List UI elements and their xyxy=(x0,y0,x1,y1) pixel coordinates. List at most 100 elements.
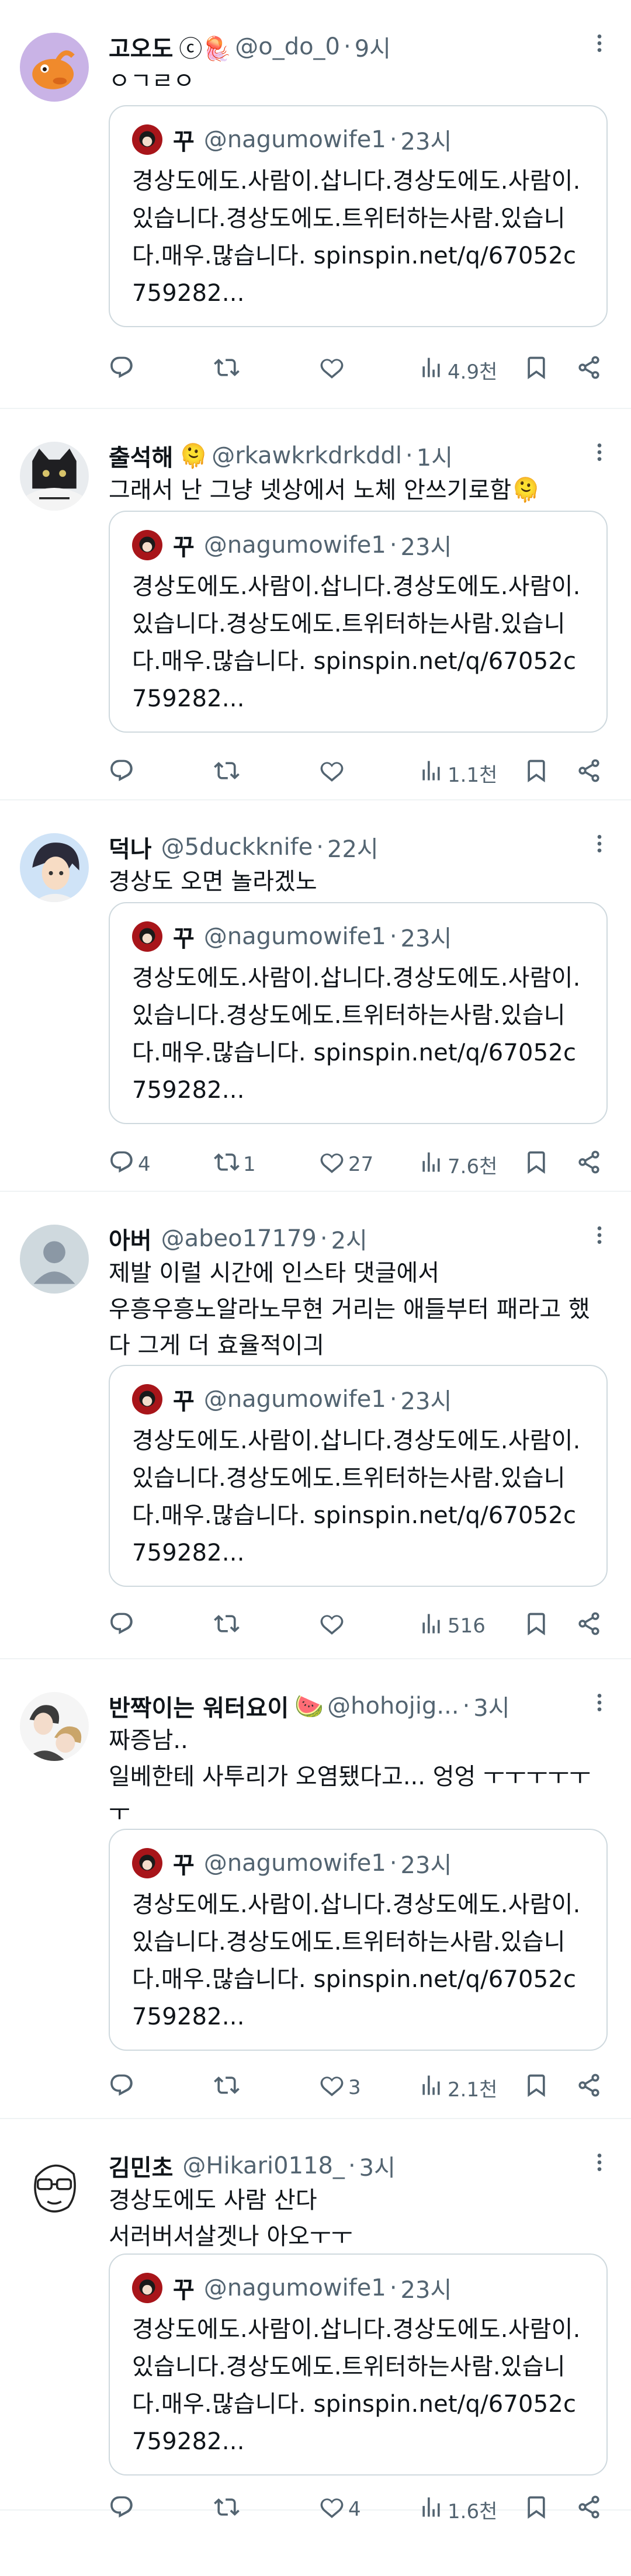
tweet[interactable]: 아버 @abeo17179 · 2시 제발 이럴 시간에 인스타 댓글에서 우흥… xyxy=(0,1192,631,1659)
display-name[interactable]: 출석해 xyxy=(109,439,173,473)
retweet-button[interactable] xyxy=(214,757,243,789)
reply-button[interactable] xyxy=(109,2493,138,2526)
bookmark-button[interactable] xyxy=(523,2493,553,2526)
reply-button[interactable] xyxy=(109,757,138,789)
more-icon[interactable] xyxy=(588,32,611,55)
quoted-timestamp: 23시 xyxy=(400,534,452,561)
like-button[interactable]: 4 xyxy=(319,2493,361,2526)
bookmark-button[interactable] xyxy=(523,353,553,386)
reply-button[interactable] xyxy=(109,353,138,386)
user-handle[interactable]: @rkawkrkdrkddl xyxy=(212,442,402,469)
views-button[interactable]: 516 xyxy=(418,1610,486,1642)
retweet-button[interactable] xyxy=(214,1610,243,1642)
like-button[interactable] xyxy=(319,757,348,789)
action-bar: 4 1 27 7.6천 xyxy=(109,1148,613,1181)
reply-button[interactable] xyxy=(109,2071,138,2104)
share-button[interactable] xyxy=(576,1610,605,1642)
tweet-header: 아버 @abeo17179 · 2시 xyxy=(109,1221,608,1256)
timestamp[interactable]: 9시 xyxy=(355,30,391,64)
timestamp[interactable]: 1시 xyxy=(417,439,453,473)
more-icon[interactable] xyxy=(588,441,611,464)
retweet-button[interactable] xyxy=(214,353,243,386)
reply-button[interactable] xyxy=(109,1610,138,1642)
display-name[interactable]: 반짝이는 워터요이 xyxy=(109,1689,289,1723)
avatar[interactable] xyxy=(20,833,89,902)
tweet[interactable]: 고오도 ⓒ🪼 @o_do_0 · 9시 ㅇㄱㄹㅇ 꾸 @nagumowife1 … xyxy=(0,0,631,409)
views-icon xyxy=(418,758,448,789)
avatar[interactable] xyxy=(20,2152,89,2221)
quoted-tweet-header: 꾸 @nagumowife1 · 23시 xyxy=(132,123,452,157)
share-button[interactable] xyxy=(576,353,605,386)
more-icon[interactable] xyxy=(588,2151,611,2174)
display-name[interactable]: 김민초 xyxy=(109,2149,173,2183)
bookmark-button[interactable] xyxy=(523,2071,553,2104)
quoted-handle: @nagumowife1 xyxy=(203,1386,386,1413)
bookmark-button[interactable] xyxy=(523,1610,553,1642)
more-icon[interactable] xyxy=(588,1691,611,1714)
retweet-button[interactable] xyxy=(214,2071,243,2104)
quoted-tweet[interactable]: 꾸 @nagumowife1 · 23시 경상도에도.사람이.삽니다.경상도에도… xyxy=(109,1365,608,1587)
quoted-timestamp: 23시 xyxy=(400,129,452,155)
quoted-tweet-header: 꾸 @nagumowife1 · 23시 xyxy=(132,528,452,562)
more-icon[interactable] xyxy=(588,1223,611,1247)
user-handle[interactable]: @o_do_0 xyxy=(235,33,340,60)
share-button[interactable] xyxy=(576,2493,605,2526)
tweet[interactable]: 덕나 @5duckknife · 22시 경상도 오면 놀라겠노 꾸 @nagu… xyxy=(0,800,631,1192)
share-button[interactable] xyxy=(576,1148,605,1181)
tweet[interactable]: 출석해 🫠 @rkawkrkdrkddl · 1시 그래서 난 그냥 넷상에서 … xyxy=(0,409,631,800)
tweet-header: 반짝이는 워터요이 🍉 @hohojig... · 3시 xyxy=(109,1689,608,1724)
quoted-avatar xyxy=(132,2273,162,2303)
like-button[interactable]: 3 xyxy=(319,2071,361,2104)
views-button[interactable]: 4.9천 xyxy=(418,353,497,386)
reply-button[interactable]: 4 xyxy=(109,1148,151,1181)
tweet-text: 그래서 난 그냥 넷상에서 노체 안쓰기로함🫠 xyxy=(109,477,540,504)
avatar[interactable] xyxy=(20,442,89,511)
quoted-avatar xyxy=(132,1848,162,1878)
timestamp[interactable]: 22시 xyxy=(327,830,379,864)
user-handle[interactable]: @abeo17179 xyxy=(161,1225,317,1252)
like-button[interactable] xyxy=(319,353,348,386)
quoted-text: 경상도에도.사람이.삽니다.경상도에도.사람이.있습니다.경상도에도.트위터하는… xyxy=(132,168,581,307)
retweet-button[interactable]: 1 xyxy=(214,1148,256,1181)
quoted-tweet[interactable]: 꾸 @nagumowife1 · 23시 경상도에도.사람이.삽니다.경상도에도… xyxy=(109,902,608,1124)
quoted-handle: @nagumowife1 xyxy=(203,1850,386,1877)
like-button[interactable] xyxy=(319,1610,348,1642)
quoted-tweet[interactable]: 꾸 @nagumowife1 · 23시 경상도에도.사람이.삽니다.경상도에도… xyxy=(109,1829,608,2051)
timestamp[interactable]: 3시 xyxy=(359,2149,396,2183)
share-button[interactable] xyxy=(576,757,605,789)
bookmark-button[interactable] xyxy=(523,757,553,789)
quoted-tweet-header: 꾸 @nagumowife1 · 23시 xyxy=(132,1382,452,1416)
avatar[interactable] xyxy=(20,1225,89,1294)
action-bar: 516 xyxy=(109,1610,613,1642)
like-button[interactable]: 27 xyxy=(319,1148,373,1181)
separator-dot: · xyxy=(348,2152,356,2179)
timestamp[interactable]: 3시 xyxy=(473,1689,509,1723)
view-count: 1.6천 xyxy=(448,2499,498,2523)
views-icon xyxy=(418,355,448,386)
quoted-handle: @nagumowife1 xyxy=(203,923,386,950)
more-icon[interactable] xyxy=(588,832,611,855)
display-name[interactable]: 고오도 xyxy=(109,30,173,64)
timestamp[interactable]: 2시 xyxy=(331,1222,367,1256)
views-button[interactable]: 7.6천 xyxy=(418,1148,497,1181)
tweet[interactable]: 김민초 @Hikari0118_ · 3시 경상도에도 사람 산다 서러버서살겟… xyxy=(0,2119,631,2523)
views-button[interactable]: 1.1천 xyxy=(418,757,497,789)
user-handle[interactable]: @5duckknife xyxy=(161,834,313,861)
display-name[interactable]: 아버 xyxy=(109,1222,152,1256)
display-name[interactable]: 덕나 xyxy=(109,830,152,864)
quoted-tweet[interactable]: 꾸 @nagumowife1 · 23시 경상도에도.사람이.삽니다.경상도에도… xyxy=(109,2253,608,2476)
bookmark-button[interactable] xyxy=(523,1148,553,1181)
avatar[interactable] xyxy=(20,1692,89,1761)
views-button[interactable]: 2.1천 xyxy=(418,2071,497,2104)
avatar[interactable] xyxy=(20,33,89,102)
retweet-icon xyxy=(214,355,243,386)
user-handle[interactable]: @hohojig... xyxy=(327,1693,459,1719)
retweet-icon xyxy=(214,2494,243,2525)
user-handle[interactable]: @Hikari0118_ xyxy=(182,2152,345,2179)
tweet[interactable]: 반짝이는 워터요이 🍉 @hohojig... · 3시 짜증남.. 일베한테 … xyxy=(0,1659,631,2119)
quoted-tweet[interactable]: 꾸 @nagumowife1 · 23시 경상도에도.사람이.삽니다.경상도에도… xyxy=(109,105,608,327)
views-button[interactable]: 1.6천 xyxy=(418,2493,497,2526)
share-button[interactable] xyxy=(576,2071,605,2104)
retweet-button[interactable] xyxy=(214,2493,243,2526)
quoted-tweet[interactable]: 꾸 @nagumowife1 · 23시 경상도에도.사람이.삽니다.경상도에도… xyxy=(109,511,608,733)
